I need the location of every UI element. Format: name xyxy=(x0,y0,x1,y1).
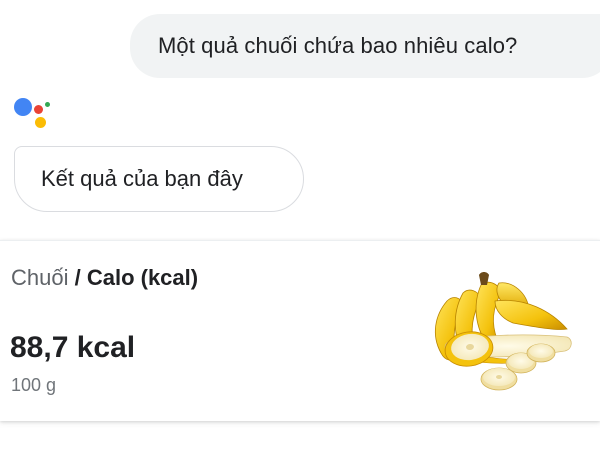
card-title: Chuối / Calo (kcal) xyxy=(11,265,198,291)
assistant-yellow-dot xyxy=(35,117,46,128)
assistant-green-dot xyxy=(45,102,50,107)
calorie-value: 88,7 kcal xyxy=(10,331,136,364)
assistant-reply-text: Kết quả của bạn đây xyxy=(41,166,243,191)
card-separator: / xyxy=(68,265,87,290)
assistant-blue-dot xyxy=(14,98,32,116)
card-attribute: Calo (kcal) xyxy=(86,265,199,290)
banana-icon xyxy=(434,272,572,391)
assistant-red-dot xyxy=(34,105,43,114)
assistant-reply-bubble: Kết quả của bạn đây xyxy=(14,146,304,212)
user-query-text: Một quả chuối chứa bao nhiêu calo? xyxy=(158,33,518,58)
serving-size: 100 g xyxy=(11,375,57,395)
google-assistant-icon xyxy=(12,96,52,132)
user-message-bubble: Một quả chuối chứa bao nhiêu calo? xyxy=(130,14,600,78)
card-entity: Chuối xyxy=(11,265,69,290)
nutrition-answer-card[interactable]: Chuối / Calo (kcal) 88,7 kcal 100 g xyxy=(0,240,600,421)
